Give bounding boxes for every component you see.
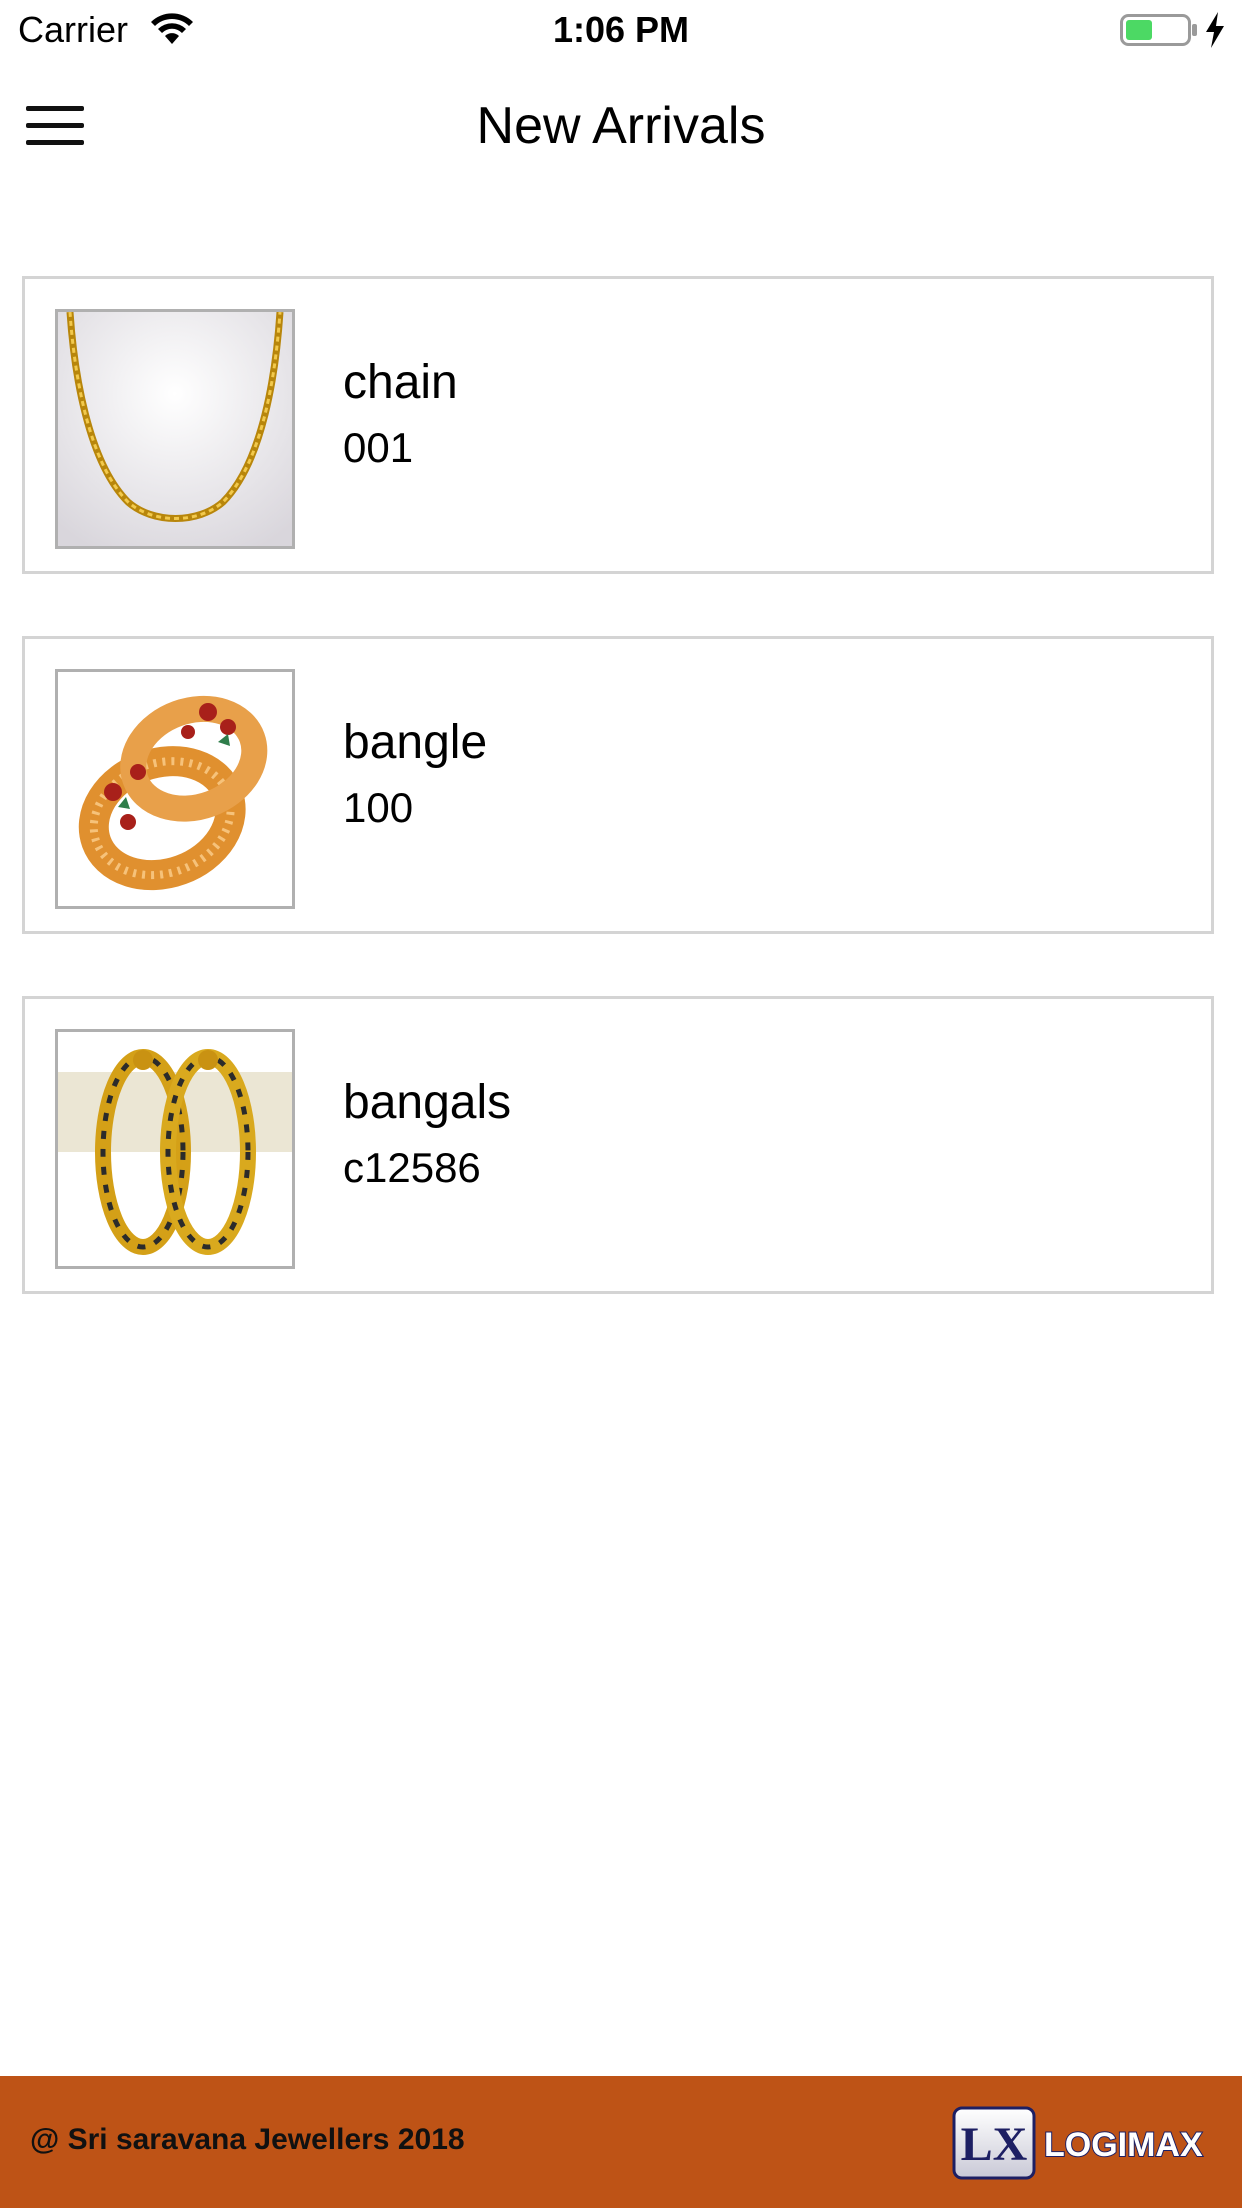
gold-chain-image	[55, 309, 295, 549]
status-time: 1:06 PM	[552, 9, 690, 50]
gold-bangle-image	[55, 669, 295, 909]
logimax-logo: LX LOGIMAX	[952, 2106, 1204, 2180]
logo-mark: LX	[961, 2118, 1028, 2171]
gold-bangles-image	[55, 1029, 295, 1269]
product-name: chain	[343, 356, 458, 409]
bolt-icon	[1206, 12, 1224, 48]
product-name: bangals	[343, 1076, 512, 1129]
battery-icon	[1120, 14, 1197, 46]
screen: Carrier 1:06 PM New Arrivals chain 001 b…	[0, 0, 1242, 2208]
copyright-text: @ Sri saravana Jewellers 2018	[30, 2123, 465, 2156]
product-code: 001	[343, 424, 414, 471]
product-card[interactable]: bangals c12586	[22, 996, 1214, 1294]
product-code: c12586	[343, 1144, 481, 1191]
navigation-bar: New Arrivals	[0, 64, 1242, 188]
product-list: chain 001 bangle 100 bangals c12586	[22, 276, 1214, 1356]
status-bar: Carrier 1:06 PM	[0, 0, 1242, 60]
product-card[interactable]: chain 001	[22, 276, 1214, 574]
product-code: 100	[343, 784, 414, 831]
product-name: bangle	[343, 716, 488, 769]
product-card[interactable]: bangle 100	[22, 636, 1214, 934]
footer: @ Sri saravana Jewellers 2018 LX LOGIMAX	[0, 2076, 1242, 2208]
page-title: New Arrivals	[476, 97, 766, 155]
logo-text: LOGIMAX	[1044, 2126, 1203, 2164]
